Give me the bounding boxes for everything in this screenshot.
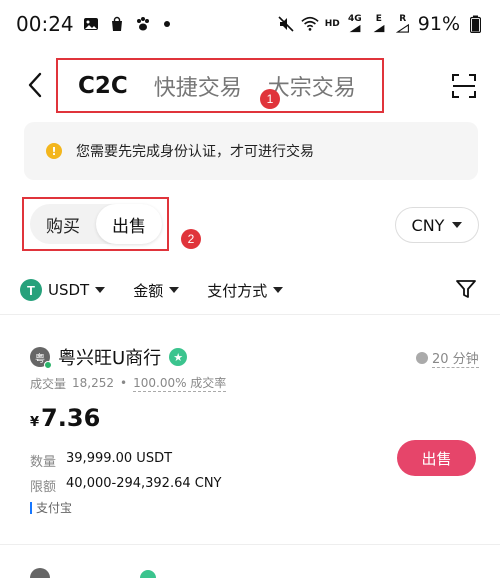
next-verified-icon xyxy=(140,570,156,578)
next-merchant-avatar xyxy=(30,568,50,578)
annotation-marker-1: 1 xyxy=(260,89,280,109)
currency-value: CNY xyxy=(411,215,445,235)
currency-select[interactable]: CNY xyxy=(395,207,479,243)
limit-value: 40,000-294,392.64 CNY xyxy=(66,476,222,491)
tab-quick-trade[interactable]: 快捷交易 xyxy=(154,70,242,102)
payment-filter-label: 支付方式 xyxy=(207,281,268,300)
hd-label: HD xyxy=(324,18,340,29)
signal-e-icon: E xyxy=(370,15,388,33)
gallery-icon xyxy=(82,15,100,33)
trade-mode-tabs: C2C 快捷交易 大宗交易 xyxy=(56,58,384,113)
funnel-icon xyxy=(456,280,476,298)
tab-c2c[interactable]: C2C xyxy=(78,73,128,99)
battery-icon xyxy=(466,15,484,33)
sell-option[interactable]: 出售 xyxy=(96,204,162,244)
warning-icon: ! xyxy=(46,143,62,159)
amount-filter-label: 金额 xyxy=(133,281,164,300)
quantity-label: 数量 xyxy=(30,455,57,470)
merchant-info[interactable]: 粤 粤兴旺U商行 ★ xyxy=(30,344,188,370)
app-header: C2C 快捷交易 大宗交易 1 xyxy=(0,55,500,117)
stats-separator: • xyxy=(120,376,128,390)
caret-down-icon xyxy=(169,287,180,293)
clock-icon xyxy=(416,352,428,364)
notice-text: 您需要先完成身份认证，才可进行交易 xyxy=(76,144,314,160)
filter-button[interactable] xyxy=(455,278,477,300)
signal-r-icon: R xyxy=(394,15,412,33)
wifi-icon xyxy=(301,15,319,33)
completion-rate: 100.00% 成交率 xyxy=(133,376,227,392)
payment-time-limit: 20 分钟 xyxy=(416,348,479,368)
volume-value: 18,252 xyxy=(72,376,115,390)
buy-sell-toggle-highlight: 购买 出售 xyxy=(22,197,169,251)
divider xyxy=(0,544,500,545)
verified-star-icon: ★ xyxy=(169,348,188,366)
merchant-avatar: 粤 xyxy=(30,347,52,369)
unit-price: ¥ 7.36 xyxy=(30,404,100,432)
status-notification-icons xyxy=(82,15,170,33)
usdt-icon: T xyxy=(20,279,42,301)
quantity-value: 39,999.00 USDT xyxy=(66,451,173,466)
tab-block-trade[interactable]: 大宗交易 xyxy=(268,70,356,102)
coin-filter[interactable]: T USDT xyxy=(20,279,106,301)
amount-filter[interactable]: 金额 xyxy=(133,280,180,301)
caret-down-icon xyxy=(95,287,106,293)
status-time: 00:24 xyxy=(16,12,74,36)
status-bar: 00:24 HD 4G E R 91% xyxy=(0,0,500,48)
mute-icon xyxy=(277,15,295,33)
sell-button[interactable]: 出售 xyxy=(397,440,476,476)
more-notifications-dot xyxy=(163,21,170,27)
scan-icon xyxy=(452,74,476,98)
volume-label: 成交量 xyxy=(30,376,67,391)
payment-filter[interactable]: 支付方式 xyxy=(207,280,284,301)
buy-sell-toggle: 购买 出售 xyxy=(30,204,162,244)
status-system-icons: HD 4G E R 91% xyxy=(277,13,484,35)
battery-level: 91% xyxy=(417,13,460,35)
caret-down-icon xyxy=(452,222,463,228)
limit-row: 限额 40,000-294,392.64 CNY xyxy=(30,476,222,495)
payment-method-label: 支付宝 xyxy=(36,501,73,515)
filter-bar: T USDT 金额 支付方式 xyxy=(0,270,500,310)
annotation-marker-2: 2 xyxy=(181,229,201,249)
online-indicator xyxy=(44,361,52,369)
caret-down-icon xyxy=(273,287,284,293)
shopping-bag-icon xyxy=(108,15,126,33)
signal-4g-icon: 4G xyxy=(346,15,364,33)
paw-icon xyxy=(134,15,152,33)
ad-listing-card[interactable]: 粤 粤兴旺U商行 ★ 20 分钟 成交量 18,252 • 100.00% 成交… xyxy=(0,330,500,540)
price-value: 7.36 xyxy=(41,404,101,432)
chevron-left-icon xyxy=(28,72,42,98)
payment-method-marker xyxy=(30,501,32,514)
coin-filter-label: USDT xyxy=(48,281,90,299)
merchant-name: 粤兴旺U商行 xyxy=(58,348,162,369)
back-button[interactable] xyxy=(22,69,48,101)
price-currency-symbol: ¥ xyxy=(30,415,40,430)
divider xyxy=(0,314,500,315)
quantity-row: 数量 39,999.00 USDT xyxy=(30,451,172,470)
buy-option[interactable]: 购买 xyxy=(30,204,96,244)
scan-button[interactable] xyxy=(450,72,478,100)
kyc-notice-banner[interactable]: ! 您需要先完成身份认证，才可进行交易 xyxy=(24,122,478,180)
merchant-stats: 成交量 18,252 • 100.00% 成交率 xyxy=(30,374,227,392)
payment-method: 支付宝 xyxy=(30,499,72,516)
limit-label: 限额 xyxy=(30,480,57,495)
